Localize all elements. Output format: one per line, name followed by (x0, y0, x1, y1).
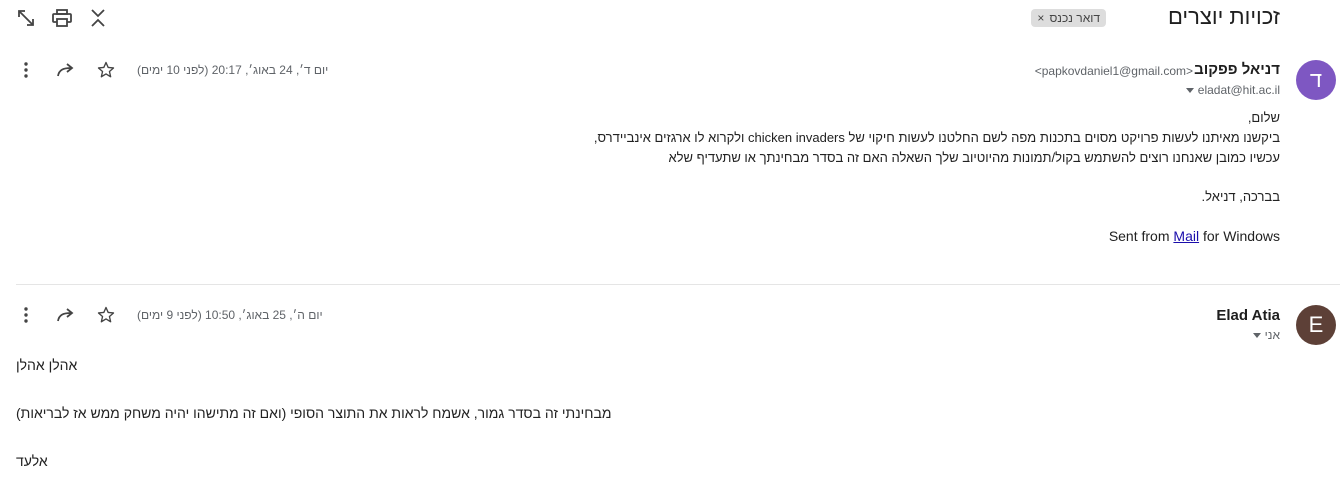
recipient-dropdown-icon[interactable] (1252, 332, 1261, 338)
message-signature: אלעד (16, 453, 48, 469)
message-line: ביקשנו מאיתנו לעשות פרויקט מסוים בתכנות … (593, 130, 1280, 145)
mail-link[interactable]: Mail (1173, 228, 1199, 244)
recipient-details[interactable]: eladat@hit.ac.il (1185, 83, 1280, 97)
message-date: יום ד׳, 24 באוג׳, 20:17 (לפני 10 ימים) (137, 63, 329, 77)
recipient-text: eladat@hit.ac.il (1197, 83, 1280, 97)
recipient-dropdown-icon[interactable] (1185, 87, 1194, 93)
sender-name[interactable]: דניאל פפקוב (1194, 61, 1280, 78)
star-icon[interactable] (94, 303, 118, 327)
sent-from-line: Sent from Mail for Windows (1108, 228, 1280, 244)
thread-subject: זכויות יוצרים (1167, 4, 1280, 29)
sender-email: <papkovdaniel1@gmail.com> (1034, 64, 1193, 78)
print-icon[interactable] (50, 6, 74, 30)
sender-name[interactable]: Elad Atia (1216, 307, 1280, 324)
message-line: אהלן אהלן (16, 357, 78, 373)
star-icon[interactable] (94, 58, 118, 82)
message-divider (16, 284, 1340, 285)
message-greeting: שלום, (1247, 110, 1280, 125)
sender-avatar[interactable]: ד (1296, 60, 1336, 100)
more-options-icon[interactable] (14, 58, 38, 82)
message-date: יום ה׳, 25 באוג׳, 10:50 (לפני 9 ימים) (137, 308, 323, 322)
collapse-all-icon[interactable] (86, 6, 110, 30)
inbox-label-chip[interactable]: דואר נכנס × (1031, 9, 1106, 27)
more-options-icon[interactable] (14, 303, 38, 327)
message-signoff: בברכה, דניאל. (1201, 189, 1280, 204)
reply-icon[interactable] (54, 58, 78, 82)
english-term: chicken invaders (748, 130, 845, 145)
recipient-details[interactable]: אני (1252, 328, 1280, 342)
recipient-text: אני (1264, 328, 1280, 342)
remove-label-icon[interactable]: × (1037, 11, 1044, 25)
open-in-new-window-icon[interactable] (14, 6, 38, 30)
message-line: מבחינתי זה בסדר גמור, אשמח לראות את התוצ… (16, 405, 612, 421)
message-line: עכשיו כמובן שאנחנו רוצים להשתמש בקול/תמו… (668, 150, 1280, 165)
inbox-label-text: דואר נכנס (1049, 11, 1100, 25)
reply-icon[interactable] (54, 303, 78, 327)
sender-avatar[interactable]: E (1296, 305, 1336, 345)
